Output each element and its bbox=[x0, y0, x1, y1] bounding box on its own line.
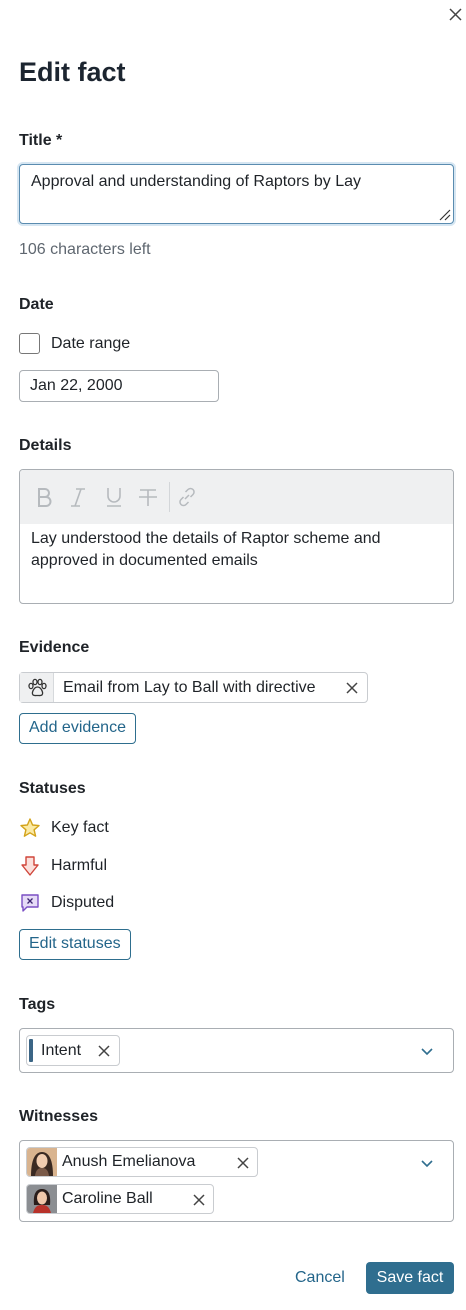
tags-label: Tags bbox=[19, 996, 56, 1013]
italic-icon bbox=[71, 488, 85, 507]
editor-toolbar bbox=[20, 470, 453, 524]
chevron-down-icon[interactable] bbox=[419, 1043, 435, 1059]
down-arrow-icon bbox=[21, 856, 39, 876]
date-label: Date bbox=[19, 296, 54, 313]
tag-label: Intent bbox=[41, 1042, 82, 1059]
characters-left-hint: 106 characters left bbox=[19, 241, 151, 258]
witness-name: Caroline Ball bbox=[62, 1190, 153, 1207]
evidence-chip[interactable]: Email from Lay to Ball with directive bbox=[19, 672, 368, 703]
date-range-label: Date range bbox=[51, 335, 131, 352]
close-icon bbox=[449, 8, 462, 21]
avatar bbox=[27, 1148, 57, 1176]
avatar bbox=[27, 1185, 57, 1213]
edit-statuses-button[interactable]: Edit statuses bbox=[19, 929, 131, 960]
title-label: Title * bbox=[19, 132, 63, 149]
title-value: Approval and understanding of Raptors by… bbox=[31, 173, 361, 190]
strikethrough-button[interactable] bbox=[134, 483, 162, 511]
remove-witness-icon[interactable] bbox=[235, 1155, 251, 1171]
date-input[interactable]: Jan 22, 2000 bbox=[19, 370, 219, 402]
statuses-label: Statuses bbox=[19, 780, 86, 797]
tag-chip: Intent bbox=[26, 1035, 120, 1066]
bold-button[interactable] bbox=[30, 483, 58, 511]
remove-witness-icon[interactable] bbox=[191, 1192, 207, 1208]
witnesses-select[interactable]: Anush Emelianova Caroline Ball bbox=[19, 1140, 454, 1222]
resize-grip-icon[interactable] bbox=[437, 207, 451, 221]
witnesses-label: Witnesses bbox=[19, 1108, 98, 1125]
strikethrough-icon bbox=[139, 489, 157, 506]
remove-tag-icon[interactable] bbox=[96, 1043, 112, 1059]
tag-color-bar bbox=[29, 1039, 33, 1062]
disputed-bubble-icon bbox=[21, 894, 39, 912]
italic-button[interactable] bbox=[64, 483, 92, 511]
witness-chip: Anush Emelianova bbox=[26, 1147, 258, 1177]
details-text: Lay understood the details of Raptor sch… bbox=[31, 530, 381, 569]
star-icon bbox=[20, 818, 40, 837]
save-fact-button[interactable]: Save fact bbox=[366, 1262, 454, 1294]
close-button[interactable] bbox=[446, 5, 466, 25]
link-button[interactable] bbox=[173, 483, 201, 511]
witness-name: Anush Emelianova bbox=[62, 1153, 196, 1170]
status-label: Key fact bbox=[51, 819, 109, 836]
paw-icon bbox=[27, 678, 47, 696]
evidence-type bbox=[20, 673, 54, 702]
tags-select[interactable]: Intent bbox=[19, 1028, 454, 1073]
toolbar-separator bbox=[169, 482, 170, 512]
underline-icon bbox=[107, 488, 121, 507]
cancel-button[interactable]: Cancel bbox=[295, 1269, 345, 1287]
witness-chip: Caroline Ball bbox=[26, 1184, 214, 1214]
status-label: Harmful bbox=[51, 857, 108, 874]
dialog-title: Edit fact bbox=[19, 57, 126, 87]
evidence-chip-label: Email from Lay to Ball with directive bbox=[63, 679, 316, 696]
bold-icon bbox=[38, 488, 52, 507]
remove-evidence-icon[interactable] bbox=[344, 680, 360, 696]
details-editor[interactable]: Lay understood the details of Raptor sch… bbox=[19, 469, 454, 604]
date-range-checkbox[interactable] bbox=[19, 333, 40, 354]
status-label: Disputed bbox=[51, 894, 115, 911]
details-label: Details bbox=[19, 437, 72, 454]
add-evidence-button[interactable]: Add evidence bbox=[19, 713, 136, 744]
underline-button[interactable] bbox=[100, 483, 128, 511]
link-icon bbox=[179, 487, 195, 507]
evidence-label: Evidence bbox=[19, 639, 90, 656]
chevron-down-icon[interactable] bbox=[419, 1155, 435, 1171]
title-textarea[interactable]: Approval and understanding of Raptors by… bbox=[19, 164, 454, 224]
